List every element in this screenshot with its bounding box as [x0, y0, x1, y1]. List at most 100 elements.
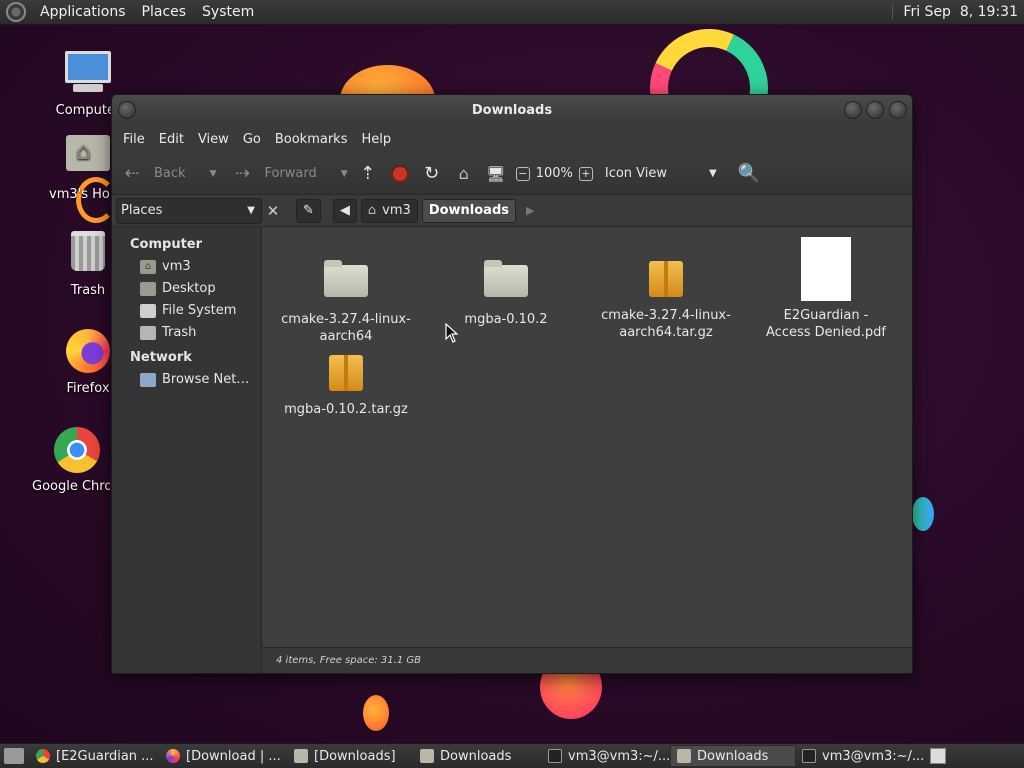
taskbar-item[interactable]: [Downloads] — [288, 745, 414, 767]
wallpaper-shape — [363, 695, 389, 731]
file-name: mgba-0.10.2.tar.gz — [284, 402, 408, 417]
close-sidebar-icon[interactable]: ✕ — [262, 202, 284, 220]
taskbar-item-label: [E2Guardian ... — [56, 748, 154, 764]
computer-icon — [64, 51, 112, 99]
bottom-taskbar: [E2Guardian ... [Download | ... [Downloa… — [0, 743, 1024, 768]
sidebar-section-computer: Computer — [130, 237, 203, 252]
menu-view[interactable]: View — [191, 132, 236, 147]
zoom-in-icon[interactable]: + — [578, 166, 593, 181]
sidebar-item-label: Desktop — [162, 281, 216, 296]
menu-edit[interactable]: Edit — [152, 132, 191, 147]
home-button[interactable]: ⌂ — [452, 162, 476, 186]
file-item[interactable]: E2Guardian - Access Denied.pdf — [746, 237, 906, 341]
stop-icon — [388, 162, 412, 186]
back-label: Back — [154, 166, 186, 181]
breadcrumb-vm3[interactable]: ⌂ vm3 — [360, 198, 418, 223]
desktop-folder-icon — [140, 281, 156, 296]
system-menu[interactable]: System — [196, 4, 260, 20]
taskbar-item-label: [Downloads] — [314, 748, 396, 764]
chevron-down-icon: ▼ — [247, 205, 255, 216]
desktop-icon-label: vm3's Home — [49, 187, 115, 202]
firefox-icon — [166, 749, 180, 763]
file-item[interactable]: cmake-3.27.4-linux-aarch64 — [266, 257, 426, 345]
menu-file[interactable]: File — [116, 132, 152, 147]
menu-go[interactable]: Go — [236, 132, 268, 147]
taskbar-item[interactable]: vm3@vm3:~/... — [796, 745, 926, 767]
workspace-switcher[interactable] — [930, 748, 946, 764]
menu-bookmarks[interactable]: Bookmarks — [268, 132, 355, 147]
taskbar-item[interactable]: vm3@vm3:~/... — [542, 745, 670, 767]
file-view[interactable]: cmake-3.27.4-linux-aarch64 mgba-0.10.2 c… — [262, 227, 912, 673]
close-button[interactable] — [889, 101, 907, 119]
home-icon: ⌂ — [367, 203, 377, 218]
maximize-button[interactable] — [866, 101, 884, 119]
distro-logo-icon[interactable] — [6, 2, 26, 22]
view-mode-select[interactable]: Icon View ▼ — [605, 166, 717, 181]
zoom-out-icon[interactable]: − — [515, 166, 530, 181]
minimize-button[interactable] — [844, 101, 862, 119]
search-button[interactable]: 🔍 — [737, 162, 761, 186]
chevron-down-icon: ▼ — [709, 168, 717, 179]
sidebar-item-file-system[interactable]: File System — [112, 300, 261, 322]
sidebar-item-label: vm3 — [162, 259, 191, 274]
forward-history-dropdown[interactable]: ▼ — [341, 169, 348, 179]
sidebar-item-browse-network[interactable]: Browse Net… — [112, 369, 261, 391]
taskbar-item-label: Downloads — [697, 748, 769, 764]
desktop-icon-chrome[interactable]: Google Chrome — [32, 427, 122, 494]
pencil-icon: ✎ — [303, 203, 314, 218]
stop-button[interactable] — [388, 162, 412, 186]
sidebar-item-desktop[interactable]: Desktop — [112, 278, 261, 300]
window-title: Downloads — [471, 102, 553, 118]
home-icon: ⌂ — [458, 164, 469, 183]
sidebar-selector[interactable]: Places ▼ — [116, 197, 262, 224]
sidebar-selector-label: Places — [121, 203, 163, 218]
archive-icon — [324, 355, 368, 395]
menu-help[interactable]: Help — [354, 132, 398, 147]
reload-button[interactable]: ↻ — [420, 162, 444, 186]
up-button[interactable]: ⇡ — [356, 162, 380, 186]
places-menu[interactable]: Places — [136, 4, 193, 20]
view-mode-label: Icon View — [604, 166, 668, 181]
taskbar-item-label: vm3@vm3:~/... — [822, 748, 925, 764]
file-name: mgba-0.10.2 — [464, 312, 548, 327]
back-button[interactable]: ⇠ Back ▼ — [120, 162, 216, 186]
file-name: cmake-3.27.4-linux-aarch64.tar.gz — [601, 308, 731, 340]
sidebar-item-trash[interactable]: Trash — [112, 322, 261, 344]
chevron-right-icon[interactable]: ▶ — [526, 204, 534, 217]
window-menu-button[interactable] — [118, 101, 136, 119]
taskbar-item[interactable]: Downloads — [414, 745, 542, 767]
sidebar-item-vm3[interactable]: ⌂ vm3 — [112, 256, 261, 278]
folder-icon — [324, 260, 368, 305]
file-item[interactable]: cmake-3.27.4-linux-aarch64.tar.gz — [586, 257, 746, 341]
taskbar-item[interactable]: [Download | ... — [160, 745, 288, 767]
computer-button[interactable]: 🖥 — [484, 162, 508, 186]
window-titlebar[interactable]: Downloads — [112, 95, 912, 125]
file-item[interactable]: mgba-0.10.2.tar.gz — [266, 351, 426, 418]
reload-icon: ↻ — [424, 163, 440, 184]
window-body: Computer ⌂ vm3 Desktop File System Trash… — [112, 227, 912, 673]
computer-icon: 🖥 — [486, 164, 506, 183]
back-history-dropdown[interactable]: ▼ — [210, 169, 217, 179]
drive-icon — [140, 303, 156, 318]
zoom-controls: − 100% + — [515, 166, 593, 181]
show-desktop-icon[interactable] — [4, 748, 24, 764]
wallpaper-shape — [912, 497, 934, 531]
file-item[interactable]: mgba-0.10.2 — [426, 257, 586, 328]
taskbar-item[interactable]: [E2Guardian ... — [30, 745, 160, 767]
edit-location-button[interactable]: ✎ — [296, 198, 321, 223]
pdf-icon — [801, 237, 851, 301]
sidebar-item-label: Browse Net… — [162, 372, 250, 387]
forward-arrow-icon: ⇢ — [234, 163, 251, 184]
breadcrumb-downloads[interactable]: Downloads — [421, 198, 517, 223]
breadcrumb-left-arrow[interactable]: ◀ — [332, 198, 357, 223]
panel-menus: Applications Places System — [0, 2, 260, 22]
trash-icon — [140, 325, 156, 340]
applications-menu[interactable]: Applications — [34, 4, 132, 20]
folder-icon — [294, 749, 308, 763]
chevron-left-icon: ◀ — [339, 203, 350, 218]
taskbar-item-active[interactable]: Downloads — [670, 745, 796, 767]
forward-label: Forward — [264, 166, 317, 181]
forward-button[interactable]: ⇢ Forward ▼ — [230, 162, 348, 186]
clock[interactable]: Fri Sep 8, 19:31 — [892, 4, 1024, 20]
home-folder-icon — [64, 135, 112, 183]
